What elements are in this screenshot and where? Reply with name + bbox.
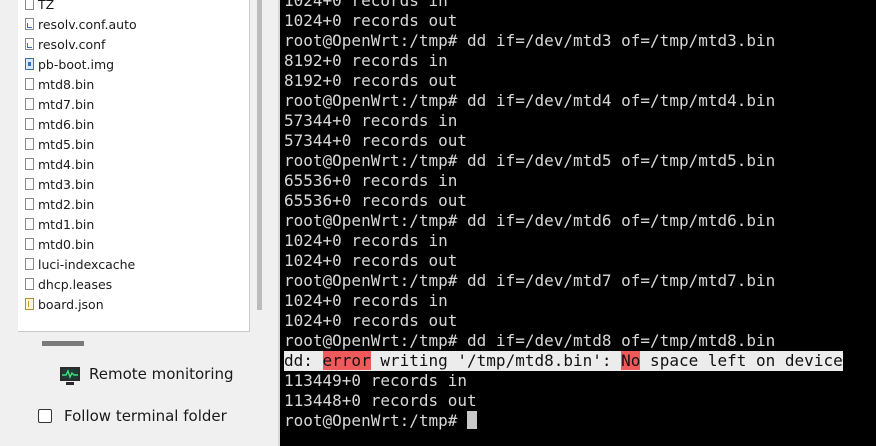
file-name: dhcp.leases: [38, 276, 113, 292]
file-name: TZ: [38, 0, 55, 12]
file-icon: [25, 218, 34, 230]
error-message: writing '/tmp/mtd8.bin':: [370, 351, 622, 370]
terminal-line: 1024+0 records in: [284, 231, 448, 250]
follow-terminal-folder-label: Follow terminal folder: [64, 407, 227, 425]
file-list-item[interactable]: mtd7.bin: [25, 94, 137, 114]
terminal-line: root@OpenWrt:/tmp# dd if=/dev/mtd7 of=/t…: [284, 271, 776, 290]
file-icon: [25, 278, 34, 290]
terminal-line: root@OpenWrt:/tmp# dd if=/dev/mtd3 of=/t…: [284, 31, 776, 50]
file-list-item[interactable]: mtd2.bin: [25, 194, 137, 214]
terminal-line: 1024+0 records out: [284, 11, 458, 30]
file-icon: [25, 138, 34, 150]
terminal-prompt-line[interactable]: root@OpenWrt:/tmp#: [284, 411, 843, 431]
file-list-item[interactable]: resolv.conf: [25, 34, 137, 54]
json-file-icon: [25, 298, 34, 310]
link-file-icon: [25, 38, 34, 50]
file-list-item[interactable]: mtd0.bin: [25, 234, 137, 254]
terminal-line: root@OpenWrt:/tmp# dd if=/dev/mtd5 of=/t…: [284, 151, 776, 170]
file-list-vertical-scrollbar[interactable]: [255, 0, 264, 331]
no-highlight-word: No: [621, 351, 641, 370]
terminal-line: 113448+0 records out: [284, 391, 477, 410]
terminal-line: 65536+0 records out: [284, 191, 468, 210]
file-list-item[interactable]: mtd6.bin: [25, 114, 137, 134]
file-icon: [25, 78, 34, 90]
file-name: mtd2.bin: [38, 196, 95, 212]
error-prefix: dd:: [284, 351, 323, 370]
terminal-line: 57344+0 records in: [284, 111, 458, 130]
file-name: mtd8.bin: [38, 76, 95, 92]
remote-monitoring-button[interactable]: Remote monitoring: [60, 362, 234, 386]
file-icon: [25, 0, 34, 10]
terminal-line: 1024+0 records in: [284, 0, 448, 10]
terminal-line: root@OpenWrt:/tmp# dd if=/dev/mtd6 of=/t…: [284, 211, 776, 230]
file-name: board.json: [38, 296, 104, 312]
remote-monitoring-label: Remote monitoring: [89, 365, 234, 383]
file-list-item[interactable]: mtd4.bin: [25, 154, 137, 174]
link-file-icon: [25, 18, 34, 30]
terminal-line: 1024+0 records out: [284, 311, 458, 330]
file-icon: [25, 98, 34, 110]
file-list-item[interactable]: luci-indexcache: [25, 254, 137, 274]
file-list-item[interactable]: pb-boot.img: [25, 54, 137, 74]
file-list-item[interactable]: mtd1.bin: [25, 214, 137, 234]
terminal-line: root@OpenWrt:/tmp# dd if=/dev/mtd8 of=/t…: [284, 331, 776, 350]
file-list-item[interactable]: mtd8.bin: [25, 74, 137, 94]
file-name: mtd7.bin: [38, 96, 95, 112]
file-name: mtd0.bin: [38, 236, 95, 252]
terminal-line: 57344+0 records out: [284, 131, 468, 150]
error-suffix: space left on device: [640, 351, 843, 370]
error-highlight-word: error: [322, 351, 371, 370]
file-icon: [25, 238, 34, 250]
file-name: mtd1.bin: [38, 216, 95, 232]
terminal-prompt: root@OpenWrt:/tmp#: [284, 411, 468, 430]
file-name: mtd4.bin: [38, 156, 95, 172]
file-list-item[interactable]: mtd5.bin: [25, 134, 137, 154]
image-file-icon: [25, 58, 34, 70]
follow-terminal-folder-toggle[interactable]: Follow terminal folder: [38, 405, 227, 427]
terminal-line: 8192+0 records in: [284, 51, 448, 70]
file-name: mtd5.bin: [38, 136, 95, 152]
horizontal-scroll-thumb[interactable]: [42, 341, 84, 346]
terminal-line: 65536+0 records in: [284, 171, 458, 190]
file-list-item[interactable]: dhcp.leases: [25, 274, 137, 294]
terminal-output: 1024+0 records in 1024+0 records out root@…: [284, 0, 843, 431]
terminal-line: 113449+0 records in: [284, 371, 468, 390]
file-name: pb-boot.img: [38, 56, 115, 72]
terminal[interactable]: 1024+0 records in 1024+0 records out root@…: [280, 0, 876, 446]
terminal-line: root@OpenWrt:/tmp# dd if=/dev/mtd4 of=/t…: [284, 91, 776, 110]
file-icon: [25, 158, 34, 170]
terminal-error-line: dd: error writing '/tmp/mtd8.bin': No sp…: [284, 351, 843, 371]
terminal-cursor: [467, 411, 478, 429]
file-list[interactable]: TZ resolv.conf.auto resolv.conf pb-boot.img…: [18, 0, 250, 332]
file-name: mtd3.bin: [38, 176, 95, 192]
file-name: resolv.conf.auto: [38, 16, 137, 32]
file-browser-panel: TZ resolv.conf.auto resolv.conf pb-boot.img…: [0, 0, 278, 446]
file-list-item[interactable]: mtd3.bin: [25, 174, 137, 194]
file-icon: [25, 198, 34, 210]
terminal-line: 1024+0 records in: [284, 291, 448, 310]
file-name: resolv.conf: [38, 36, 106, 52]
terminal-line: 1024+0 records out: [284, 251, 458, 270]
vertical-scroll-thumb[interactable]: [257, 0, 262, 310]
monitor-icon: [60, 367, 80, 385]
file-icon: [25, 258, 34, 270]
file-list-item[interactable]: board.json: [25, 294, 137, 314]
file-icon: [25, 118, 34, 130]
file-name: mtd6.bin: [38, 116, 95, 132]
file-icon: [25, 178, 34, 190]
file-list-item[interactable]: TZ: [25, 0, 137, 14]
file-name: luci-indexcache: [38, 256, 136, 272]
follow-terminal-folder-checkbox[interactable]: [38, 409, 52, 423]
file-list-item[interactable]: resolv.conf.auto: [25, 14, 137, 34]
terminal-line: 8192+0 records out: [284, 71, 458, 90]
